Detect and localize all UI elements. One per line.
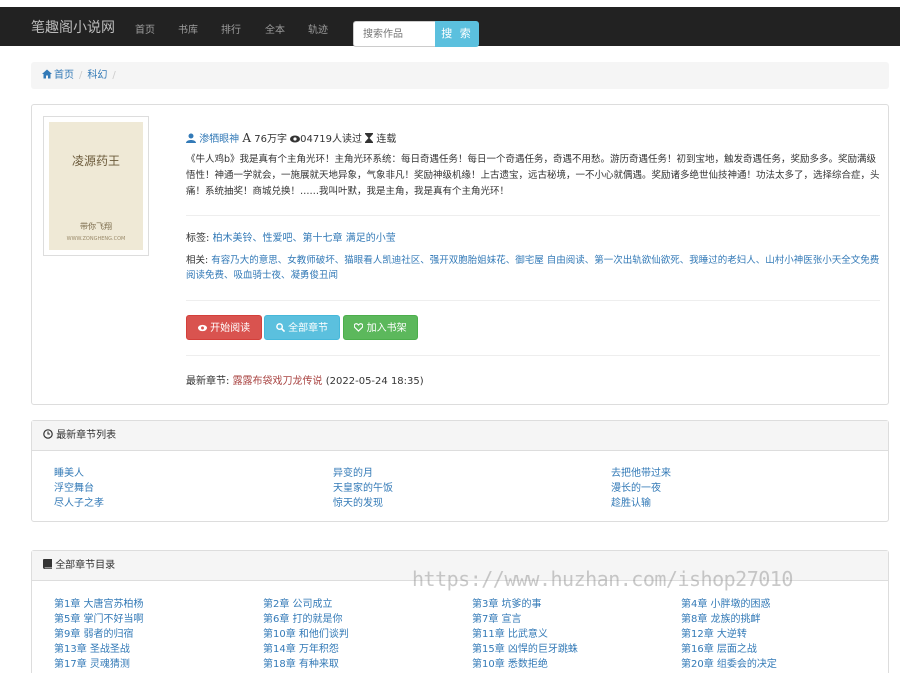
book-author[interactable]: 渗牺眼神 [199,134,239,145]
book-description: 《牛人鸡b》我是真有个主角光环！主角光环系统：每日奇遇任务！每日一个奇遇任务，奇… [186,154,880,197]
latest-chapter-item[interactable]: 漫长的一夜 [611,479,661,494]
book-info-panel: 凌源药王 带你飞翔 WWW.ZONGHENG.COM 渗牺眼神 A 76万字 0… [31,104,889,405]
divider [186,355,880,356]
breadcrumb-separator: / [79,70,83,81]
related-links[interactable]: 有容乃大的意思、女教师破坏、猫眼看人凯迪社区、强开双胞胎姐妹花、御宅屋 自由阅读… [186,255,879,281]
breadcrumb: 首页 / 科幻 / [31,62,889,89]
book-status: 连载 [376,134,397,145]
chapter-link[interactable]: 第15章 凶悍的巨牙跳蛛 [472,640,578,655]
chapter-link[interactable]: 第18章 有种来取 [263,655,339,670]
add-bookshelf-button[interactable]: 加入书架 [343,315,418,340]
nav-home[interactable]: 首页 [135,21,155,36]
site-brand[interactable]: 笔趣阁小说网 [31,17,115,37]
chapter-link[interactable]: 第17章 灵魂猜测 [54,655,130,670]
all-panel-title: 全部章节目录 [55,560,116,571]
nav-library[interactable]: 书库 [178,21,198,36]
chapter-link[interactable]: 第3章 坑爹的事 [472,595,542,610]
heart-icon [354,323,364,332]
related-label: 相关: [186,255,209,266]
eye-icon [290,135,301,143]
search-icon [276,323,285,332]
divider [186,300,880,301]
start-reading-button[interactable]: 开始阅读 [186,315,262,340]
chapter-link[interactable]: 第8章 龙族的挑衅 [681,610,761,625]
chapter-link[interactable]: 第4章 小胖墩的困惑 [681,595,771,610]
breadcrumb-separator: / [112,70,116,81]
font-size-icon: A [242,131,252,145]
latest-chapter-link[interactable]: 露露布袋戏刀龙传说 [233,376,323,387]
breadcrumb-home[interactable]: 首页 [54,70,74,81]
eye-icon [197,324,207,332]
book-related: 相关: 有容乃大的意思、女教师破坏、猫眼看人凯迪社区、强开双胞胎姐妹花、御宅屋 … [186,253,881,283]
word-count: 76万字 [254,134,287,145]
chapter-link[interactable]: 第11章 比武意义 [472,625,548,640]
chapter-link[interactable]: 第13章 圣战圣战 [54,640,130,655]
all-chapters-label: 全部章节 [288,323,329,334]
chapter-link[interactable]: 第16章 层面之战 [681,640,757,655]
cover-author: 带你飞翔 [80,222,112,231]
breadcrumb-category[interactable]: 科幻 [87,70,107,81]
book-cover[interactable]: 凌源药王 带你飞翔 WWW.ZONGHENG.COM [43,116,149,256]
chapter-link[interactable]: 第10章 和他们谈判 [263,625,349,640]
divider [186,215,880,216]
latest-chapter-item[interactable]: 天皇家的午饭 [333,479,393,494]
add-bookshelf-label: 加入书架 [366,323,407,334]
latest-chapter-item[interactable]: 浮空舞台 [54,479,94,494]
reader-count: 04719人读过 [300,134,362,145]
chapter-link[interactable]: 第9章 弱者的归宿 [54,625,134,640]
latest-label: 最新章节: [186,376,230,387]
latest-chapter-item[interactable]: 去把他带过来 [611,464,671,479]
tags-links[interactable]: 柏木美铃、性爱吧、第十七章 满足的小莹 [213,233,396,244]
hourglass-icon [365,133,374,143]
search-button[interactable]: 搜 索 [435,21,479,47]
latest-chapter-item[interactable]: 趁胜认输 [611,494,651,509]
tags-label: 标签: [186,233,210,244]
nav-ranking[interactable]: 排行 [221,21,241,36]
top-navbar: 笔趣阁小说网 首页 书库 排行 全本 轨迹 搜 索 [0,7,900,47]
latest-time: (2022-05-24 18:35) [325,376,424,387]
chapter-link[interactable]: 第1章 大唐宫苏柏杨 [54,595,144,610]
chapter-link[interactable]: 第10章 悉数拒绝 [472,655,548,670]
latest-panel-header: 最新章节列表 [32,421,888,451]
all-chapters-button[interactable]: 全部章节 [264,315,340,340]
start-reading-label: 开始阅读 [210,323,251,334]
nav-history[interactable]: 轨迹 [308,21,328,36]
cover-url: WWW.ZONGHENG.COM [66,236,126,242]
book-meta: 渗牺眼神 A 76万字 04719人读过 连载 [186,130,396,145]
cover-image: 凌源药王 带你飞翔 WWW.ZONGHENG.COM [49,122,143,250]
chapter-link[interactable]: 第14章 万年积怨 [263,640,339,655]
chapter-link[interactable]: 第6章 打的就是你 [263,610,343,625]
home-icon [42,69,52,79]
chapter-link[interactable]: 第7章 宣言 [472,610,522,625]
search-input[interactable] [353,21,435,47]
watermark-text: https://www.huzhan.com/ishop27010 [412,567,793,591]
chapter-link[interactable]: 第12章 大逆转 [681,625,747,640]
book-tags: 标签: 柏木美铃、性爱吧、第十七章 满足的小莹 [186,229,396,244]
clock-icon [43,429,53,439]
latest-chapter-line: 最新章节: 露露布袋戏刀龙传说 (2022-05-24 18:35) [186,372,424,387]
latest-chapter-item[interactable]: 惊天的发现 [333,494,383,509]
cover-title: 凌源药王 [71,154,120,168]
chapter-link[interactable]: 第5章 掌门不好当啊 [54,610,144,625]
user-icon [186,133,196,143]
latest-panel-title: 最新章节列表 [56,430,117,441]
chapter-link[interactable]: 第20章 组委会的决定 [681,655,777,670]
latest-chapter-item[interactable]: 尽人子之孝 [54,494,104,509]
latest-chapter-item[interactable]: 睡美人 [54,464,84,479]
chapter-link[interactable]: 第2章 公司成立 [263,595,333,610]
latest-chapter-item[interactable]: 异变的月 [333,464,373,479]
latest-chapters-panel: 最新章节列表 睡美人 浮空舞台 尽人子之孝 异变的月 天皇家的午饭 惊天的发现 … [31,420,889,522]
nav-completed[interactable]: 全本 [265,21,285,36]
book-icon [43,559,52,569]
